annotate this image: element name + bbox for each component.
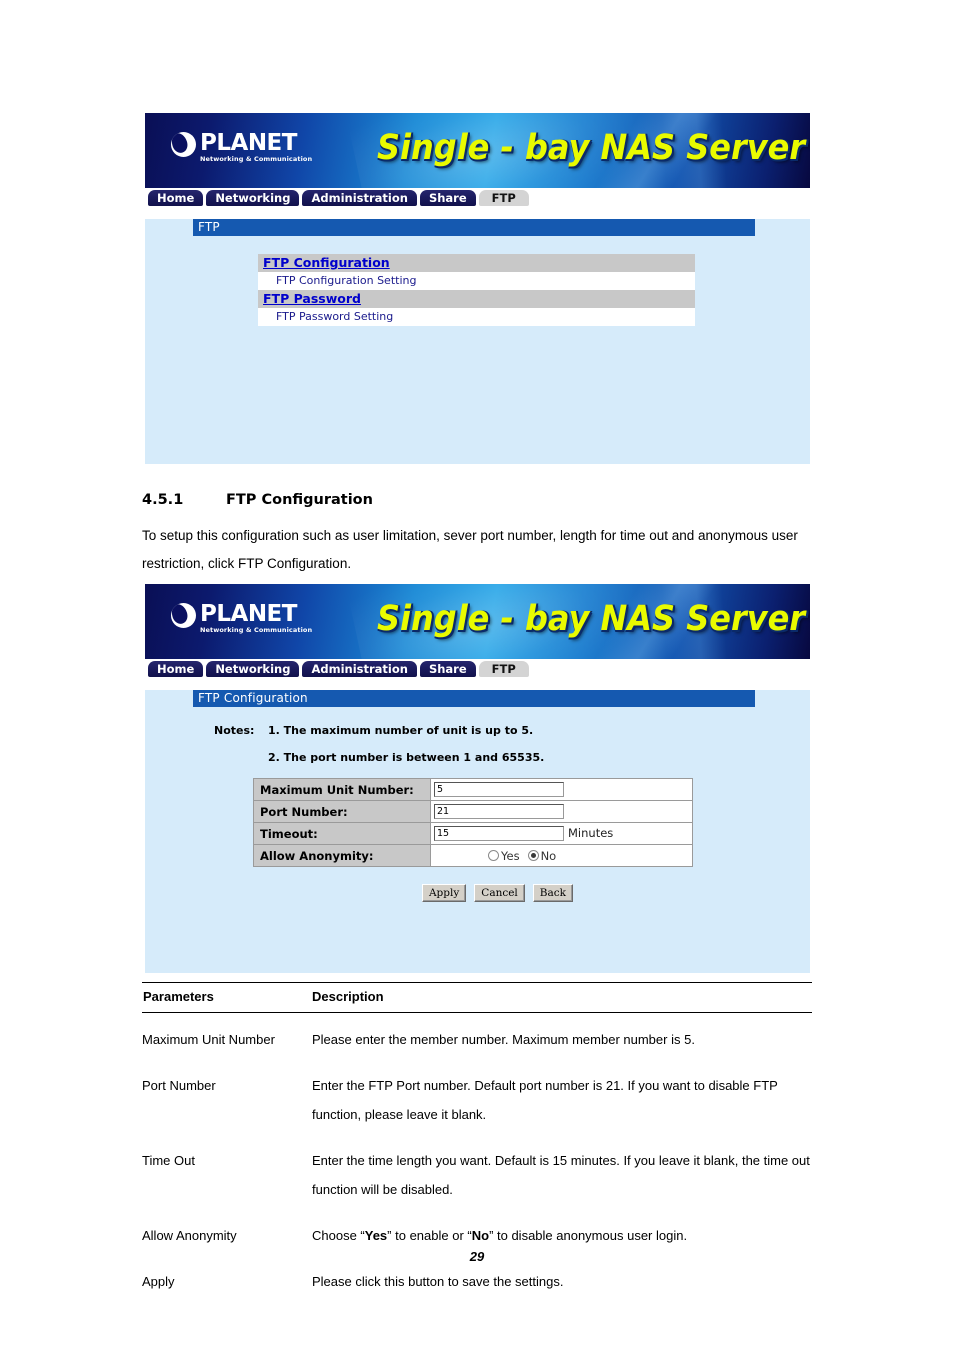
notes-row-2: 2. The port number is between 1 and 6553… [214, 751, 810, 764]
tab-share-2[interactable]: Share [419, 661, 476, 677]
field-maximum-unit-number: 5 [430, 778, 693, 801]
tab-ftp[interactable]: FTP [478, 190, 529, 206]
tab-networking[interactable]: Networking [206, 190, 300, 206]
back-button[interactable]: Back [532, 884, 574, 902]
logo-tagline: Networking & Communication [200, 155, 313, 163]
desc-prefix: Choose “ [312, 1228, 365, 1243]
input-maximum-unit-number[interactable]: 5 [434, 782, 564, 797]
field-timeout: 15 Minutes [430, 822, 693, 845]
product-banner-2: PLANET Networking & Communication Single… [145, 584, 810, 659]
planet-logo-2: PLANET Networking & Communication [171, 602, 312, 634]
notes-label: Notes: [214, 724, 255, 737]
document-page: PLANET Networking & Communication Single… [0, 0, 954, 1349]
radio-label-no[interactable]: No [541, 849, 557, 863]
table-row: Maximum Unit Number Please enter the mem… [142, 1013, 812, 1061]
globe-icon-2 [171, 603, 196, 628]
tab-networking-2[interactable]: Networking [206, 661, 300, 677]
radio-label-yes[interactable]: Yes [501, 849, 520, 863]
form-row-allow-anonymity: Allow Anonymity: Yes No [253, 844, 693, 867]
unit-label-minutes: Minutes [568, 826, 614, 840]
heading-title: FTP Configuration [226, 492, 373, 508]
menu-row-ftp-configuration[interactable]: FTP Configuration [258, 254, 695, 272]
table-header-row: Parameters Description [142, 982, 812, 1013]
tab-home[interactable]: Home [148, 190, 204, 206]
ftp-menu-panel: FTP FTP Configuration FTP Configuration … [145, 219, 810, 464]
product-banner: PLANET Networking & Communication Single… [145, 113, 810, 188]
banner-title: Single - bay NAS Server [377, 126, 806, 168]
logo-tagline-2: Networking & Communication [200, 626, 313, 634]
nav-tabs: Home Networking Administration Share FTP [145, 188, 810, 208]
form-row-timeout: Timeout: 15 Minutes [253, 822, 693, 845]
menu-sub-ftp-configuration-setting: FTP Configuration Setting [258, 272, 695, 290]
desc-suffix: ” to disable anonymous user login. [489, 1228, 688, 1243]
page-number: 29 [469, 1249, 485, 1264]
ftp-configuration-form: Maximum Unit Number: 5 Port Number: 21 T… [253, 778, 693, 867]
desc-mid: ” to enable or “ [387, 1228, 472, 1243]
menu-sub-ftp-password-setting: FTP Password Setting [258, 308, 695, 326]
notes-row-1: Notes: 1. The maximum number of unit is … [214, 724, 810, 737]
param-port-number: Port Number [142, 1078, 216, 1093]
desc-port-number: Enter the FTP Port number. Default port … [312, 1078, 778, 1122]
radio-yes-icon[interactable] [488, 849, 499, 861]
tab-ftp-2[interactable]: FTP [478, 661, 529, 677]
section-paragraph: To setup this configuration such as user… [142, 528, 798, 571]
desc-bold-no: No [471, 1228, 490, 1243]
desc-time-out: Enter the time length you want. Default … [312, 1153, 810, 1197]
banner-title-2: Single - bay NAS Server [377, 597, 806, 639]
tab-administration-2[interactable]: Administration [302, 661, 417, 677]
nav-tabs-2: Home Networking Administration Share FTP [145, 659, 810, 679]
tab-home-2[interactable]: Home [148, 661, 204, 677]
table-row: Time Out Enter the time length you want.… [142, 1135, 812, 1210]
logo-wordmark: PLANET [200, 130, 297, 156]
planet-logo: PLANET Networking & Communication [171, 131, 312, 163]
link-ftp-password[interactable]: FTP Password [263, 291, 361, 306]
device-screenshot-ftp-menu: PLANET Networking & Communication Single… [145, 113, 810, 464]
section-heading: 4.5.1 FTP Configuration [142, 492, 373, 508]
cancel-button[interactable]: Cancel [474, 884, 525, 902]
field-port-number: 21 [430, 800, 693, 823]
apply-button[interactable]: Apply [421, 884, 467, 902]
param-maximum-unit-number: Maximum Unit Number [142, 1032, 275, 1047]
label-timeout: Timeout: [253, 822, 431, 845]
ftp-menu-list: FTP Configuration FTP Configuration Sett… [258, 254, 695, 326]
radio-no-icon[interactable] [527, 849, 539, 861]
device-screenshot-ftp-configuration: PLANET Networking & Communication Single… [145, 584, 810, 973]
heading-number: 4.5.1 [142, 492, 184, 508]
section-title-ftp-configuration: FTP Configuration [193, 690, 755, 707]
header-parameters: Parameters [142, 982, 312, 1013]
label-port-number: Port Number: [253, 800, 431, 823]
desc-maximum-unit-number: Please enter the member number. Maximum … [312, 1032, 695, 1047]
tab-administration[interactable]: Administration [302, 190, 417, 206]
desc-bold-yes: Yes [364, 1228, 388, 1243]
link-ftp-configuration[interactable]: FTP Configuration [263, 255, 390, 270]
param-time-out: Time Out [142, 1153, 195, 1168]
tab-share[interactable]: Share [419, 190, 476, 206]
label-allow-anonymity: Allow Anonymity: [253, 844, 431, 867]
globe-icon [171, 132, 196, 157]
form-row-port-number: Port Number: 21 [253, 800, 693, 823]
notes-block: Notes: 1. The maximum number of unit is … [214, 724, 810, 764]
ftp-configuration-panel: FTP Configuration Notes: 1. The maximum … [145, 690, 810, 973]
label-maximum-unit-number: Maximum Unit Number: [253, 778, 431, 801]
table-row: Port Number Enter the FTP Port number. D… [142, 1060, 812, 1135]
section-title-ftp: FTP [193, 219, 755, 236]
input-timeout[interactable]: 15 [434, 826, 564, 841]
radio-group-allow-anonymity: Yes No [434, 849, 564, 863]
input-port-number[interactable]: 21 [434, 804, 564, 819]
field-allow-anonymity: Yes No [430, 844, 693, 867]
note-item-1: 1. The maximum number of unit is up to 5… [268, 724, 534, 737]
form-row-maximum-unit-number: Maximum Unit Number: 5 [253, 778, 693, 801]
note-item-2: 2. The port number is between 1 and 6553… [268, 751, 545, 764]
menu-row-ftp-password[interactable]: FTP Password [258, 290, 695, 308]
header-description: Description [312, 982, 812, 1013]
logo-wordmark-2: PLANET [200, 601, 297, 627]
form-button-row: Apply Cancel Back [145, 883, 810, 902]
